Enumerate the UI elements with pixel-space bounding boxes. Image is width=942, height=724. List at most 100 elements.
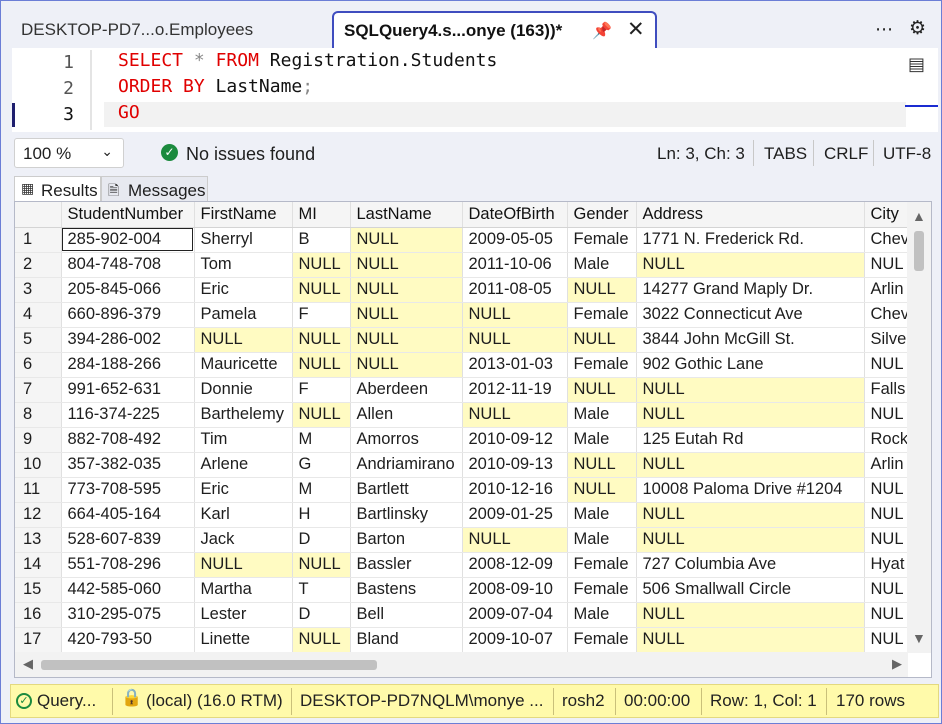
close-tab-icon[interactable]: ✕: [627, 17, 645, 42]
gear-icon[interactable]: ⚙: [909, 17, 926, 40]
grid-cell[interactable]: 10008 Paloma Drive #1204: [636, 477, 865, 503]
grid-cell[interactable]: 3022 Connecticut Ave: [636, 302, 865, 328]
grid-cell[interactable]: NUL: [864, 502, 911, 528]
grid-cell[interactable]: 660-896-379: [61, 302, 195, 328]
scroll-left-icon[interactable]: ◀: [23, 656, 33, 672]
table-row[interactable]: 8 116-374-225 Barthelemy NULL Allen NULL Male N…: [15, 402, 911, 428]
grid-cell[interactable]: Barton: [350, 527, 463, 553]
table-row[interactable]: 17 420-793-50 Linette NULL Bland 2009-10-07 Fe…: [15, 627, 911, 653]
grid-cell[interactable]: NUL: [864, 527, 911, 553]
scroll-down-icon[interactable]: ▼: [912, 630, 926, 646]
table-row[interactable]: 12 664-405-164 Karl H Bartlinsky 2009-01-25 Ma…: [15, 502, 911, 528]
grid-cell[interactable]: Male: [567, 527, 637, 553]
row-number[interactable]: 8: [15, 402, 62, 428]
row-number[interactable]: 6: [15, 352, 62, 378]
grid-cell[interactable]: F: [292, 377, 351, 403]
grid-cell[interactable]: 2013-01-03: [462, 352, 568, 378]
grid-cell[interactable]: 2010-09-12: [462, 427, 568, 453]
grid-cell[interactable]: Tom: [194, 252, 293, 278]
pin-icon[interactable]: 📌: [592, 21, 612, 41]
grid-cell[interactable]: 394-286-002: [61, 327, 195, 353]
grid-cell[interactable]: Falls: [864, 377, 911, 403]
encoding-indicator[interactable]: UTF-8: [883, 144, 931, 164]
column-header[interactable]: DateOfBirth: [462, 202, 568, 228]
grid-cell[interactable]: 205-845-066: [61, 277, 195, 303]
grid-cell[interactable]: Male: [567, 252, 637, 278]
grid-cell[interactable]: M: [292, 427, 351, 453]
table-row[interactable]: 9 882-708-492 Tim M Amorros 2010-09-12 Male 125…: [15, 427, 911, 453]
grid-cell[interactable]: M: [292, 477, 351, 503]
grid-cell[interactable]: 357-382-035: [61, 452, 195, 478]
grid-cell[interactable]: Female: [567, 552, 637, 578]
grid-cell[interactable]: NULL: [292, 352, 351, 378]
grid-cell[interactable]: NUL: [864, 602, 911, 628]
grid-cell[interactable]: NULL: [350, 227, 463, 253]
results-grid[interactable]: StudentNumber FirstName MI LastName DateOfBi…: [14, 201, 932, 678]
tab-messages[interactable]: 🗎 Messages: [101, 176, 208, 202]
more-options-icon[interactable]: ⋯: [875, 19, 894, 40]
scroll-up-icon[interactable]: ▲: [912, 208, 926, 224]
table-row[interactable]: 15 442-585-060 Martha T Bastens 2008-09-10 Fem…: [15, 577, 911, 603]
table-row[interactable]: 16 310-295-075 Lester D Bell 2009-07-04 Male NU…: [15, 602, 911, 628]
grid-cell[interactable]: 310-295-075: [61, 602, 195, 628]
grid-cell[interactable]: B: [292, 227, 351, 253]
tab-sqlquery4[interactable]: SQLQuery4.s...onye (163))* 📌 ✕: [332, 11, 657, 49]
grid-cell[interactable]: Female: [567, 302, 637, 328]
grid-cell[interactable]: 727 Columbia Ave: [636, 552, 865, 578]
column-header[interactable]: MI: [292, 202, 351, 228]
grid-cell[interactable]: NULL: [292, 552, 351, 578]
grid-cell[interactable]: 2009-01-25: [462, 502, 568, 528]
grid-cell[interactable]: NULL: [194, 327, 293, 353]
tab-employees[interactable]: DESKTOP-PD7...o.Employees: [12, 11, 330, 49]
grid-cell[interactable]: NULL: [636, 402, 865, 428]
grid-cell[interactable]: NULL: [462, 302, 568, 328]
grid-cell[interactable]: 882-708-492: [61, 427, 195, 453]
tab-results[interactable]: ▦ Results: [14, 176, 101, 202]
grid-cell[interactable]: 285-902-004: [61, 227, 195, 253]
grid-cell[interactable]: NULL: [462, 527, 568, 553]
row-number[interactable]: 13: [15, 527, 62, 553]
grid-cell[interactable]: Tim: [194, 427, 293, 453]
grid-cell[interactable]: NULL: [292, 402, 351, 428]
horizontal-scrollbar[interactable]: ◀ ▶: [15, 652, 908, 677]
grid-cell[interactable]: 664-405-164: [61, 502, 195, 528]
row-number-header[interactable]: [15, 202, 62, 228]
grid-cell[interactable]: NULL: [292, 252, 351, 278]
row-number[interactable]: 5: [15, 327, 62, 353]
grid-cell[interactable]: 14277 Grand Maply Dr.: [636, 277, 865, 303]
grid-cell[interactable]: Male: [567, 502, 637, 528]
grid-cell[interactable]: NULL: [636, 252, 865, 278]
grid-cell[interactable]: NULL: [292, 277, 351, 303]
grid-cell[interactable]: NUL: [864, 402, 911, 428]
grid-cell[interactable]: NULL: [350, 352, 463, 378]
grid-cell[interactable]: Bassler: [350, 552, 463, 578]
grid-cell[interactable]: Martha: [194, 577, 293, 603]
grid-cell[interactable]: 804-748-708: [61, 252, 195, 278]
grid-cell[interactable]: NULL: [636, 602, 865, 628]
grid-cell[interactable]: 506 Smallwall Circle: [636, 577, 865, 603]
grid-cell[interactable]: 125 Eutah Rd: [636, 427, 865, 453]
row-number[interactable]: 9: [15, 427, 62, 453]
grid-cell[interactable]: 991-652-631: [61, 377, 195, 403]
grid-cell[interactable]: Bastens: [350, 577, 463, 603]
grid-cell[interactable]: Jack: [194, 527, 293, 553]
split-editor-icon[interactable]: ▤: [908, 54, 925, 75]
grid-cell[interactable]: Arlin: [864, 277, 911, 303]
grid-cell[interactable]: NUL: [864, 352, 911, 378]
row-number[interactable]: 2: [15, 252, 62, 278]
vertical-scroll-thumb[interactable]: [914, 231, 924, 271]
grid-cell[interactable]: Female: [567, 227, 637, 253]
grid-cell[interactable]: 420-793-50: [61, 627, 195, 653]
grid-cell[interactable]: D: [292, 602, 351, 628]
grid-cell[interactable]: NULL: [462, 327, 568, 353]
grid-cell[interactable]: 902 Gothic Lane: [636, 352, 865, 378]
table-row[interactable]: 14 551-708-296 NULL NULL Bassler 2008-12-09 Fe…: [15, 552, 911, 578]
grid-cell[interactable]: Arlin: [864, 452, 911, 478]
grid-cell[interactable]: Silve: [864, 327, 911, 353]
grid-cell[interactable]: 1771 N. Frederick Rd.: [636, 227, 865, 253]
grid-cell[interactable]: Chev: [864, 227, 911, 253]
grid-cell[interactable]: NUL: [864, 477, 911, 503]
grid-cell[interactable]: NUL: [864, 627, 911, 653]
row-number[interactable]: 17: [15, 627, 62, 653]
scroll-right-icon[interactable]: ▶: [892, 656, 902, 672]
